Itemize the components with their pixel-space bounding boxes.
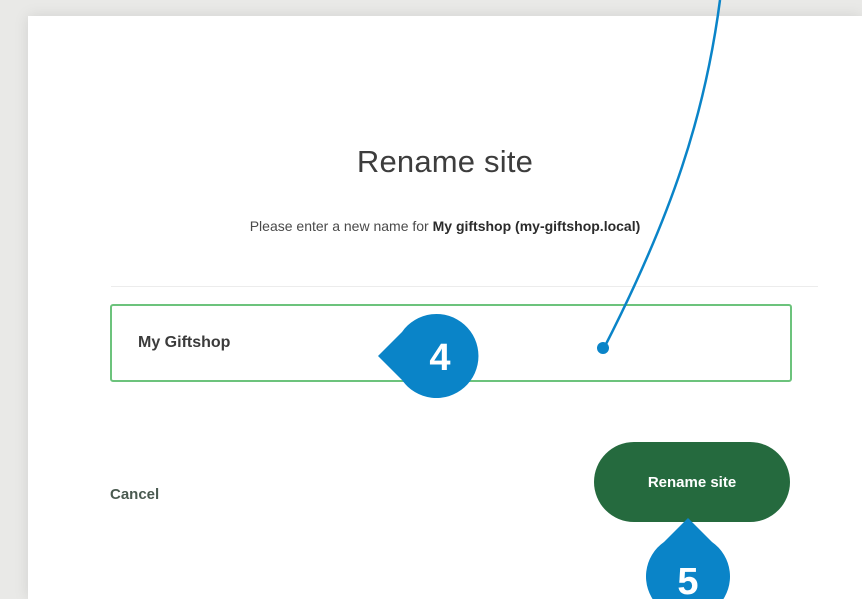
rename-site-dialog: Rename site Please enter a new name for … xyxy=(28,16,862,599)
subtitle-site-name: My giftshop (my-giftshop.local) xyxy=(432,218,641,234)
dialog-title: Rename site xyxy=(356,144,534,179)
rename-site-button[interactable]: Rename site xyxy=(594,442,790,522)
cancel-button[interactable]: Cancel xyxy=(110,486,159,503)
divider xyxy=(111,286,818,287)
subtitle-prefix: Please enter a new name for xyxy=(249,218,433,234)
dialog-subtitle: Please enter a new name for My giftshop … xyxy=(28,218,862,234)
site-name-input[interactable] xyxy=(110,304,792,382)
